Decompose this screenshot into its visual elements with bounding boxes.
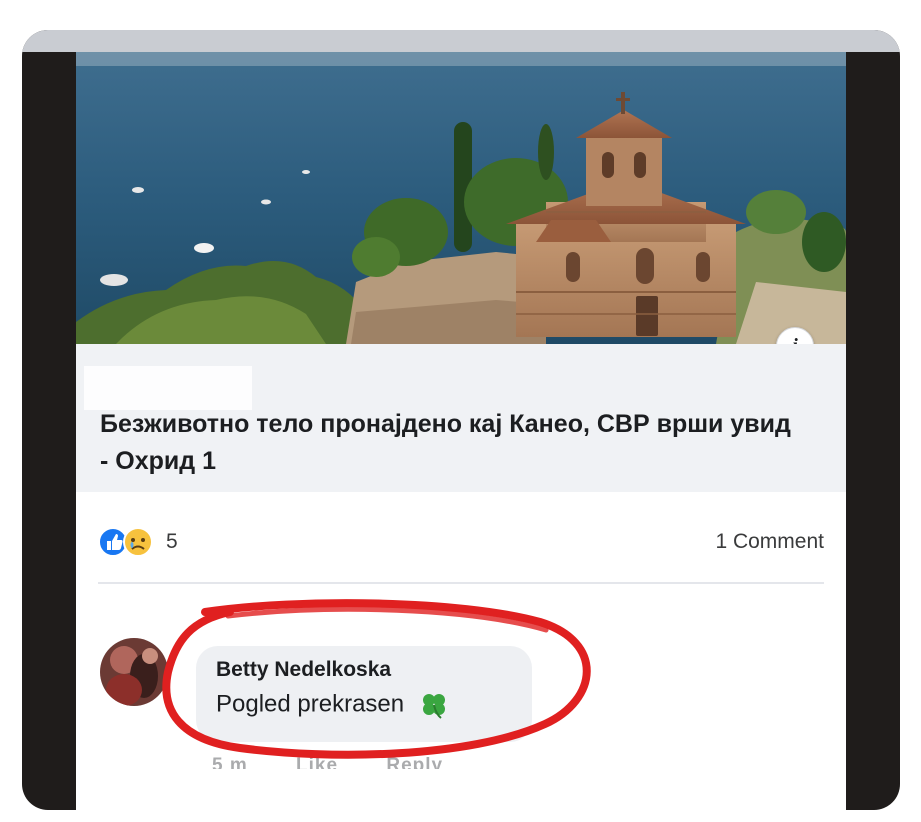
top-strip (22, 30, 900, 52)
comment-author[interactable]: Betty Nedelkoska (216, 658, 391, 682)
comment-count-link[interactable]: 1 Comment (715, 530, 824, 554)
divider (98, 582, 824, 584)
comment-bubble: Betty Nedelkoska Pogled prekrasen (196, 646, 532, 742)
article-headline[interactable]: Безживотно тело пронајдено кај Канео, СВ… (100, 406, 800, 480)
link-preview-image[interactable] (76, 52, 846, 344)
comment-text: Pogled prekrasen (216, 690, 405, 718)
reaction-count[interactable]: 5 (166, 530, 178, 554)
image-overlay-patch (84, 366, 252, 410)
lake-church-photo (76, 52, 846, 344)
comment-actions: 5 m Like Reply (212, 755, 485, 769)
reaction-icons[interactable] (98, 526, 158, 558)
comment-text-row: Pogled prekrasen (216, 690, 449, 720)
link-preview-caption[interactable]: Безживотно тело пронајдено кај Канео, СВ… (76, 344, 846, 492)
comment-timestamp: 5 m (212, 755, 248, 769)
reactions-bar: 5 1 Comment (76, 522, 846, 562)
facebook-post-card: i Безживотно тело пронајдено кај Канео, … (76, 52, 846, 810)
like-comment-button[interactable]: Like (296, 755, 338, 769)
four-leaf-clover-icon (422, 694, 445, 719)
screenshot-frame: i Безживотно тело пронајдено кај Канео, … (22, 30, 900, 810)
avatar[interactable] (100, 638, 168, 706)
reply-button[interactable]: Reply (386, 755, 443, 769)
sad-icon (123, 527, 153, 557)
like-icon (98, 527, 128, 557)
